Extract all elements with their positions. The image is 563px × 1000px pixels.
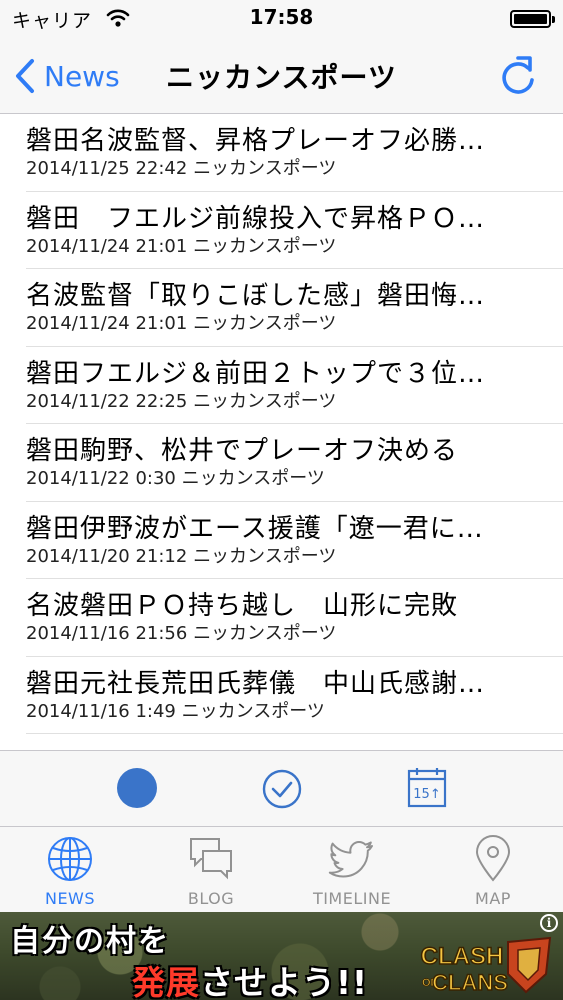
action-toolbar: 15↑ — [0, 750, 563, 826]
article-headline: 磐田元社長荒田氏葬儀 中山氏感謝… — [26, 668, 486, 699]
tab-map-label: MAP — [475, 889, 511, 908]
navigation-bar: News ニッカンスポーツ — [0, 38, 563, 114]
ad-headline: 自分の村を — [10, 924, 170, 959]
status-bar: キャリア 17:58 — [0, 0, 563, 38]
checkmark-circle-icon[interactable] — [261, 768, 303, 810]
chat-bubbles-icon — [190, 838, 232, 880]
globe-icon — [48, 837, 92, 881]
list-item[interactable]: 磐田元社長荒田氏葬儀 中山氏感謝… 2014/11/16 1:49 ニッカンスポ… — [26, 657, 563, 734]
list-item[interactable]: 磐田駒野、松井でプレーオフ決める 2014/11/22 0:30 ニッカンスポー… — [26, 424, 563, 502]
refresh-icon[interactable] — [498, 54, 538, 96]
article-meta: 2014/11/22 22:25 ニッカンスポーツ — [26, 390, 337, 412]
tab-news[interactable]: NEWS — [0, 827, 140, 913]
tab-blog[interactable]: BLOG — [141, 827, 281, 913]
status-time: 17:58 — [249, 5, 314, 29]
tab-timeline[interactable]: TIMELINE — [282, 827, 422, 913]
bird-icon — [328, 841, 373, 878]
calendar-icon[interactable]: 15↑ — [405, 766, 449, 810]
list-item[interactable]: 磐田フエルジ＆前田２トップで３位… 2014/11/22 22:25 ニッカンス… — [26, 347, 563, 424]
circle-button[interactable] — [117, 768, 157, 808]
news-list[interactable]: 磐田名波監督、昇格プレーオフ必勝… 2014/11/25 22:42 ニッカンス… — [0, 114, 563, 750]
clash-of-clans-logo: CLASH OF CLANS — [420, 936, 552, 996]
map-pin-icon — [475, 835, 511, 882]
list-item[interactable]: 名波磐田ＰＯ持ち越し 山形に完敗 2014/11/16 21:56 ニッカンスポ… — [26, 579, 563, 657]
logo-text-bottom: CLANS — [432, 970, 508, 995]
tab-blog-label: BLOG — [187, 889, 235, 908]
tab-map[interactable]: MAP — [423, 827, 563, 913]
list-item[interactable]: 磐田伊野波がエース援護「遼一君に… 2014/11/20 21:12 ニッカンス… — [26, 502, 563, 579]
article-meta: 2014/11/16 21:56 ニッカンスポーツ — [26, 623, 337, 644]
article-meta: 2014/11/24 21:01 ニッカンスポーツ — [26, 313, 337, 334]
article-headline: 磐田名波監督、昇格プレーオフ必勝… — [26, 126, 486, 156]
tab-news-label: NEWS — [44, 889, 96, 908]
calendar-icon-label: 15↑ — [413, 787, 440, 802]
ad-info-icon[interactable]: i — [540, 914, 558, 932]
page-title: ニッカンスポーツ — [166, 61, 397, 94]
list-item[interactable]: 名波監督「取りこぼした感」磐田悔… 2014/11/24 21:01 ニッカンス… — [26, 269, 563, 347]
article-headline: 磐田駒野、松井でプレーオフ決める — [26, 436, 459, 466]
logo-text-top: CLASH — [421, 943, 504, 970]
article-meta: 2014/11/24 21:01 ニッカンスポーツ — [26, 235, 337, 257]
article-headline: 磐田 フエルジ前線投入で昇格ＰＯ… — [26, 203, 486, 234]
ad-banner[interactable]: 自分の村を 発展させよう!! CLASH OF CLANS i — [0, 912, 563, 1000]
article-meta: 2014/11/25 22:42 ニッカンスポーツ — [26, 158, 337, 179]
list-item[interactable]: 磐田 フエルジ前線投入で昇格ＰＯ… 2014/11/24 21:01 ニッカンス… — [26, 192, 563, 269]
list-item[interactable]: 磐田名波監督、昇格プレーオフ必勝… 2014/11/25 22:42 ニッカンス… — [26, 114, 563, 192]
article-headline: 磐田フエルジ＆前田２トップで３位… — [26, 358, 486, 389]
battery-icon — [510, 10, 555, 28]
article-headline: 磐田伊野波がエース援護「遼一君に… — [26, 513, 484, 544]
article-meta: 2014/11/20 21:12 ニッカンスポーツ — [26, 545, 337, 567]
tab-timeline-label: TIMELINE — [312, 889, 392, 908]
ad-subheadline: 発展させよう!! — [132, 956, 368, 1000]
tab-bar: NEWS BLOG TIMELINE MAP — [0, 826, 563, 912]
article-headline: 名波監督「取りこぼした感」磐田悔… — [26, 281, 486, 311]
ad-rest-text: させよう!! — [200, 963, 369, 1000]
article-meta: 2014/11/16 1:49 ニッカンスポーツ — [26, 700, 325, 722]
article-headline: 名波磐田ＰＯ持ち越し 山形に完敗 — [26, 591, 459, 621]
ad-highlight-text: 発展 — [132, 963, 200, 1000]
article-meta: 2014/11/22 0:30 ニッカンスポーツ — [26, 468, 325, 489]
